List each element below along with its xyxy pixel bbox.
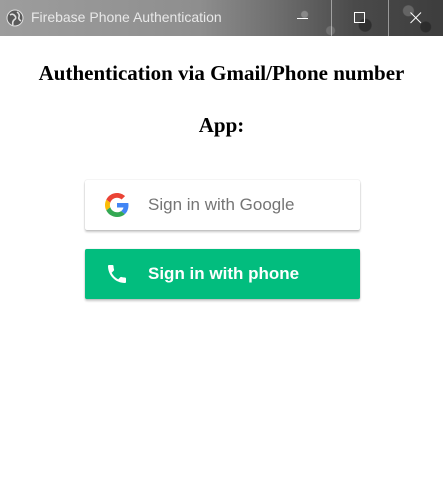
title-bar[interactable]: Firebase Phone Authentication bbox=[0, 0, 443, 36]
close-icon bbox=[410, 12, 422, 24]
app-window: Firebase Phone Authentication Authentica… bbox=[0, 0, 443, 485]
page-title-continuation: App: bbox=[198, 113, 245, 137]
page-title: Authentication via Gmail/Phone number bbox=[38, 61, 405, 85]
maximize-button[interactable] bbox=[331, 0, 389, 36]
maximize-icon bbox=[354, 12, 365, 23]
globe-icon bbox=[6, 9, 24, 27]
sign-in-phone-button[interactable]: Sign in with phone bbox=[85, 249, 360, 299]
close-button[interactable] bbox=[388, 0, 443, 36]
sign-in-google-button[interactable]: Sign in with Google bbox=[85, 180, 360, 230]
minimize-icon bbox=[297, 18, 308, 19]
window-title: Firebase Phone Authentication bbox=[31, 9, 222, 25]
minimize-button[interactable] bbox=[275, 0, 331, 36]
sign-in-google-label: Sign in with Google bbox=[148, 195, 295, 214]
google-g-icon bbox=[105, 193, 129, 217]
sign-in-phone-label: Sign in with phone bbox=[148, 264, 300, 283]
phone-icon bbox=[108, 265, 126, 283]
